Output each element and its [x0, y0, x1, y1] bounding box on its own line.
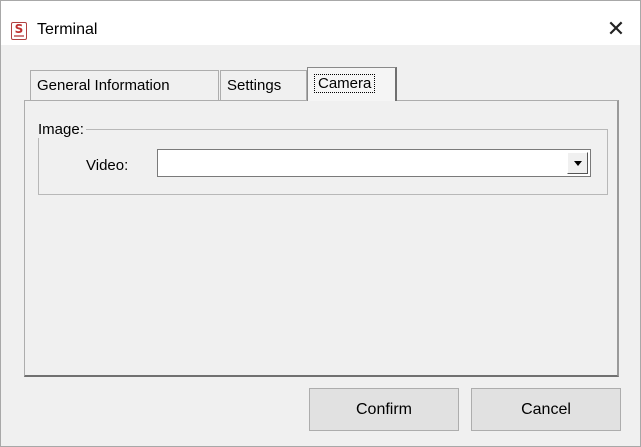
- tab-label: General Information: [37, 77, 170, 94]
- camera-tab-panel: Image: Video:: [24, 100, 619, 377]
- tab-general-information[interactable]: General Information: [30, 70, 219, 100]
- window-title: Terminal: [37, 21, 98, 38]
- close-icon[interactable]: ✕: [598, 13, 634, 45]
- dropdown-button[interactable]: [567, 152, 588, 174]
- tab-label: Camera: [314, 74, 376, 93]
- video-label: Video:: [86, 157, 129, 174]
- app-logo-glyph: S: [14, 22, 24, 36]
- cancel-button[interactable]: Cancel: [471, 388, 621, 431]
- tab-camera[interactable]: Camera: [307, 67, 397, 101]
- tab-settings[interactable]: Settings: [220, 70, 307, 100]
- confirm-button[interactable]: Confirm: [309, 388, 459, 431]
- title-bar[interactable]: S Terminal ✕: [1, 1, 640, 45]
- image-group-label: Image:: [36, 121, 86, 138]
- terminal-dialog: S Terminal ✕ General Information Setting…: [0, 0, 641, 447]
- chevron-down-icon: [573, 160, 582, 166]
- tab-label: Settings: [227, 77, 282, 94]
- app-logo-icon: S: [11, 22, 27, 40]
- video-dropdown[interactable]: [157, 149, 591, 177]
